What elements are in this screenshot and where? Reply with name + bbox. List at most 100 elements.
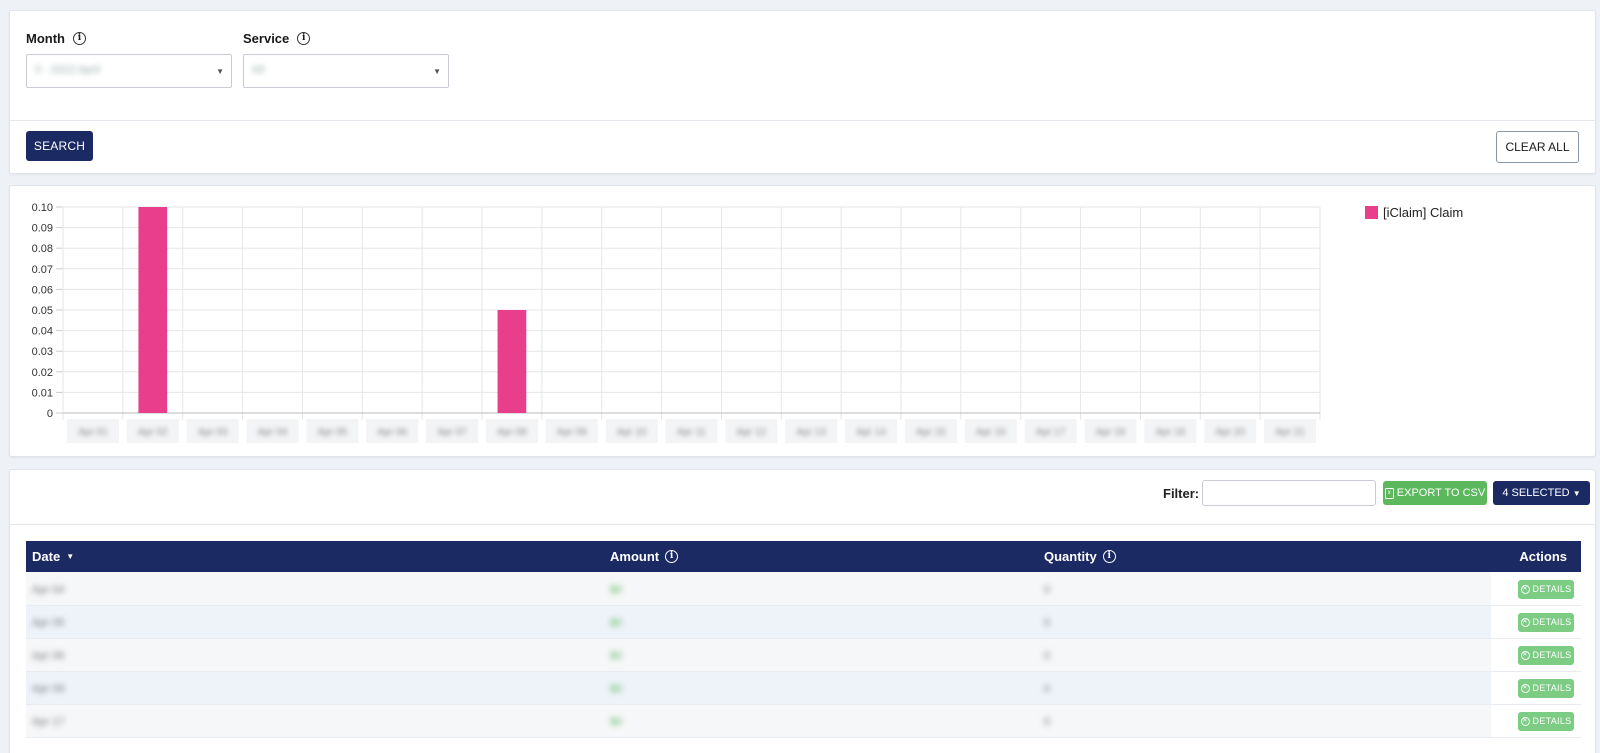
info-icon[interactable]: i xyxy=(72,32,86,45)
y-tick-label: 0.06 xyxy=(32,284,53,296)
sort-down-icon: ▼ xyxy=(66,552,75,561)
y-tick-label: 0 xyxy=(47,408,53,420)
chart-panel: 0 0.01 0.02 0.03 0.04 0.05 0.06 0.07 0.08 0.09 0.1… xyxy=(9,185,1596,457)
x-tick-label: Apr 10 xyxy=(617,427,647,438)
columns-selected-dropdown[interactable]: 4 SELECTED ▼ xyxy=(1493,481,1590,505)
close-circle-icon: ✕ xyxy=(1520,716,1530,726)
x-tick-label: Apr 04 xyxy=(258,427,288,438)
divider xyxy=(10,120,1595,121)
close-circle-icon: ✕ xyxy=(1520,584,1530,594)
cell-actions: ✕ DETAILS xyxy=(1491,572,1581,606)
x-tick-label: Apr 09 xyxy=(557,427,587,438)
service-select[interactable]: All ▼ xyxy=(243,54,449,88)
cell-date: Apr 09 xyxy=(26,671,604,705)
table-row: Apr 04 $0 0 ✕ DETAILS xyxy=(26,572,1581,606)
x-tick-label: Apr 14 xyxy=(856,427,886,438)
export-csv-label: EXPORT TO CSV xyxy=(1396,487,1486,499)
cell-actions: ✕ DETAILS xyxy=(1491,638,1581,672)
table-row: Apr 05 $0 0 ✕ DETAILS xyxy=(26,605,1581,639)
filter-panel: Month i 5 - 2022 April ▼ Service i All ▼… xyxy=(9,10,1596,174)
cell-amount: $0 xyxy=(604,638,1038,672)
table-header-row: Date ▼ Amount i Quantity i Actions xyxy=(26,541,1581,572)
x-tick-label: Apr 21 xyxy=(1275,427,1305,438)
month-label: Month xyxy=(26,31,65,46)
cell-quantity: 0 xyxy=(1038,704,1491,738)
cell-amount: $0 xyxy=(604,704,1038,738)
chevron-down-icon: ▼ xyxy=(433,67,441,76)
cell-quantity: 0 xyxy=(1038,572,1491,606)
service-select-value: All xyxy=(252,64,265,76)
cell-date: Apr 05 xyxy=(26,605,604,639)
x-tick-label: Apr 16 xyxy=(976,427,1006,438)
y-tick-label: 0.04 xyxy=(32,326,53,338)
table-toolbar: Filter: x EXPORT TO CSV 4 SELECTED ▼ xyxy=(10,470,1595,525)
column-header-quantity[interactable]: Quantity i xyxy=(1038,541,1491,572)
filter-input[interactable] xyxy=(1202,480,1376,506)
y-tick-label: 0.08 xyxy=(32,243,53,255)
month-select-value: 5 - 2022 April xyxy=(35,64,100,76)
x-tick-label: Apr 20 xyxy=(1215,427,1245,438)
table-row: Apr 09 $0 0 ✕ DETAILS xyxy=(26,671,1581,705)
service-label: Service xyxy=(243,31,290,46)
cell-date: Apr 06 xyxy=(26,638,604,672)
legend-label: [iClaim] Claim xyxy=(1383,205,1464,220)
x-tick-label: Apr 19 xyxy=(1156,427,1186,438)
info-icon[interactable]: i xyxy=(1102,550,1116,563)
column-header-amount[interactable]: Amount i xyxy=(604,541,1038,572)
y-tick-label: 0.01 xyxy=(32,387,53,399)
details-button[interactable]: ✕ DETAILS xyxy=(1518,612,1574,632)
details-button[interactable]: ✕ DETAILS xyxy=(1518,678,1574,698)
x-tick-label: Apr 06 xyxy=(377,427,407,438)
details-button[interactable]: ✕ DETAILS xyxy=(1518,645,1574,665)
chart-legend[interactable]: [iClaim] Claim xyxy=(1365,205,1463,220)
cell-date: Apr 04 xyxy=(26,572,604,606)
x-tick-label: Apr 03 xyxy=(198,427,228,438)
close-circle-icon: ✕ xyxy=(1520,683,1530,693)
y-tick-label: 0.09 xyxy=(32,223,53,235)
clear-all-button[interactable]: CLEAR ALL xyxy=(1496,131,1579,163)
y-tick-label: 0.07 xyxy=(32,264,53,276)
info-icon[interactable]: i xyxy=(297,32,311,45)
close-circle-icon: ✕ xyxy=(1520,617,1530,627)
x-tick-label: Apr 18 xyxy=(1096,427,1126,438)
legend-swatch xyxy=(1365,206,1378,219)
table-row: Apr 06 $0 0 ✕ DETAILS xyxy=(26,638,1581,672)
info-icon[interactable]: i xyxy=(665,550,679,563)
search-button[interactable]: SEARCH xyxy=(26,131,93,161)
table-row: Apr 17 $0 0 ✕ DETAILS xyxy=(26,704,1581,738)
cell-quantity: 0 xyxy=(1038,605,1491,639)
cell-actions: ✕ DETAILS xyxy=(1491,704,1581,738)
cell-quantity: 0 xyxy=(1038,638,1491,672)
details-button[interactable]: ✕ DETAILS xyxy=(1518,579,1574,599)
month-select[interactable]: 5 - 2022 April ▼ xyxy=(26,54,232,88)
bar xyxy=(138,207,168,413)
cell-amount: $0 xyxy=(604,605,1038,639)
selected-label: 4 SELECTED xyxy=(1502,487,1570,499)
close-circle-icon: ✕ xyxy=(1520,650,1530,660)
y-tick-label: 0.10 xyxy=(32,202,53,214)
cell-quantity: 0 xyxy=(1038,671,1491,705)
cell-date: Apr 17 xyxy=(26,704,604,738)
column-header-actions: Actions xyxy=(1519,549,1567,564)
filter-label: Filter: xyxy=(1163,486,1200,501)
x-tick-label: Apr 12 xyxy=(737,427,767,438)
bar-chart: 0 0.01 0.02 0.03 0.04 0.05 0.06 0.07 0.08 0.09 0.1… xyxy=(32,202,1321,443)
x-tick-label: Apr 05 xyxy=(318,427,348,438)
chevron-down-icon: ▼ xyxy=(216,67,224,76)
x-tick-label: Apr 11 xyxy=(677,427,706,438)
details-button[interactable]: ✕ DETAILS xyxy=(1518,711,1574,731)
x-tick-label: Apr 02 xyxy=(138,427,168,438)
x-tick-label: Apr 13 xyxy=(796,427,826,438)
column-header-date[interactable]: Date ▼ xyxy=(26,541,604,572)
x-tick-label: Apr 08 xyxy=(497,427,527,438)
month-field: Month i 5 - 2022 April ▼ xyxy=(26,31,232,88)
cell-actions: ✕ DETAILS xyxy=(1491,671,1581,705)
export-csv-button[interactable]: x EXPORT TO CSV xyxy=(1383,481,1487,505)
y-tick-label: 0.05 xyxy=(32,305,53,317)
cell-actions: ✕ DETAILS xyxy=(1491,605,1581,639)
bar xyxy=(497,310,527,413)
y-tick-label: 0.02 xyxy=(32,367,53,379)
table-panel: Filter: x EXPORT TO CSV 4 SELECTED ▼ Dat… xyxy=(9,469,1596,753)
x-tick-label: Apr 17 xyxy=(1036,427,1066,438)
service-field: Service i All ▼ xyxy=(243,31,449,88)
